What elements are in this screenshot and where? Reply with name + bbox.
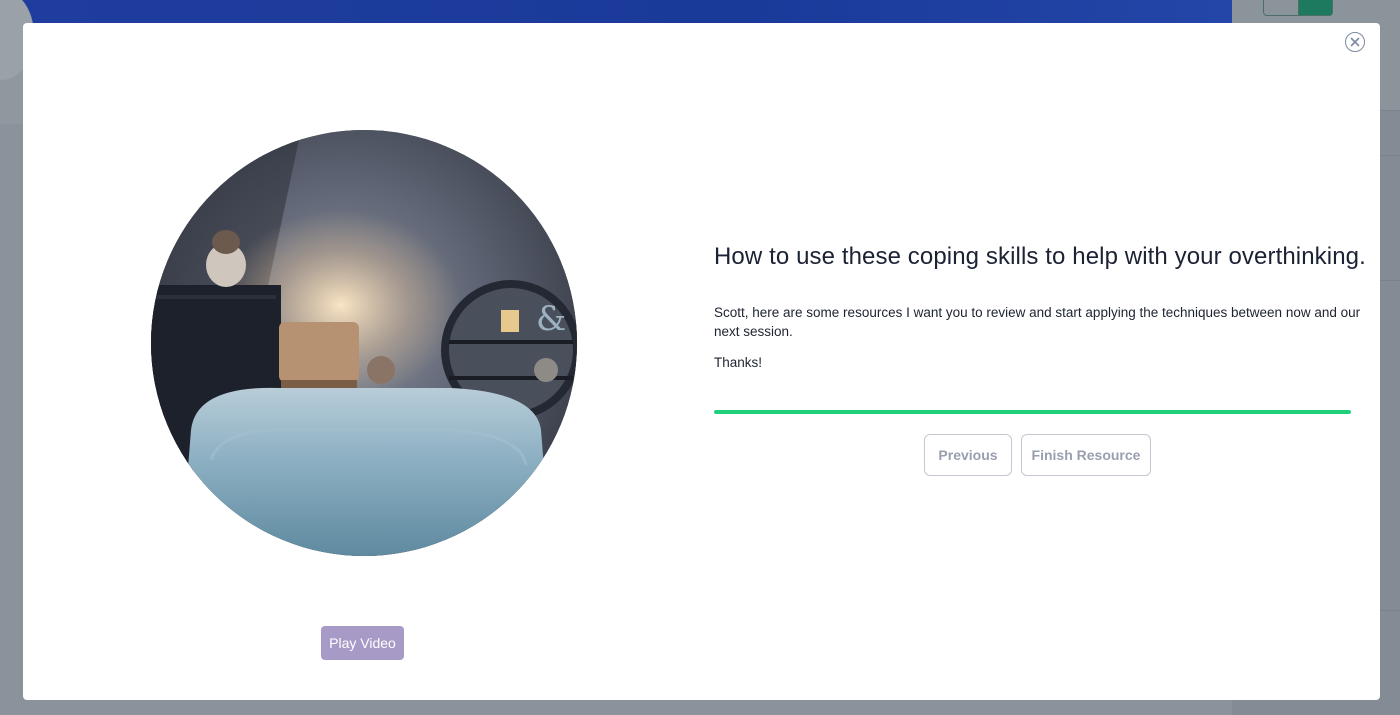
list-view-icon: [1298, 0, 1332, 15]
resource-progress-bar: [714, 410, 1351, 414]
finish-resource-button[interactable]: Finish Resource: [1021, 434, 1151, 476]
grid-view-icon: [1264, 0, 1299, 15]
previous-button[interactable]: Previous: [924, 434, 1012, 476]
resource-content: How to use these coping skills to help w…: [714, 243, 1374, 370]
resource-message: Scott, here are some resources I want yo…: [714, 305, 1361, 339]
resource-modal: & Play Video How to use these coping ski…: [23, 23, 1380, 700]
video-thumbnail[interactable]: &: [151, 130, 577, 556]
svg-text:&: &: [536, 299, 566, 339]
play-video-button[interactable]: Play Video: [321, 626, 404, 660]
close-button[interactable]: [1345, 32, 1365, 52]
progress-fill: [714, 410, 1351, 414]
resource-title: How to use these coping skills to help w…: [714, 243, 1366, 270]
close-icon: [1350, 37, 1360, 47]
view-toggle: [1263, 0, 1333, 16]
resource-signoff: Thanks!: [714, 355, 763, 370]
